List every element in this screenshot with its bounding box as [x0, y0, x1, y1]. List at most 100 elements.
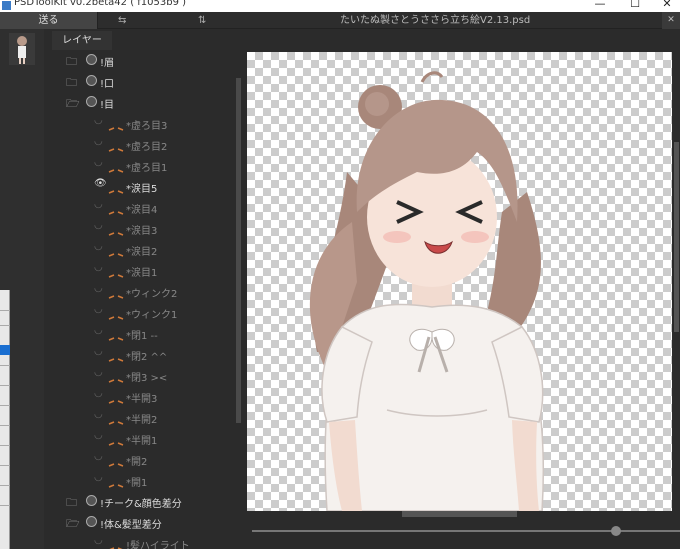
- canvas-vertical-scrollbar[interactable]: [673, 52, 680, 511]
- layer-label: *半開3: [126, 394, 158, 405]
- layer-thumbnail-icon: [108, 350, 124, 362]
- folder-open-icon[interactable]: 🗁: [66, 515, 80, 534]
- layer-label: *ウィンク2: [126, 289, 178, 300]
- eye-icon[interactable]: ◡: [94, 304, 103, 315]
- visibility-toggle-icon[interactable]: [86, 495, 97, 506]
- layer-thumbnail-icon: [108, 266, 124, 278]
- folder-icon[interactable]: 🗀: [66, 494, 77, 513]
- eye-icon[interactable]: ◡: [94, 451, 103, 462]
- layer-thumbnail-icon: [108, 245, 124, 257]
- layer-row[interactable]: ◡ *半開3: [44, 386, 234, 407]
- close-window-button[interactable]: ✕: [652, 0, 680, 10]
- eye-icon[interactable]: ◡: [94, 409, 103, 420]
- layer-row[interactable]: ◡ *ウィンク1: [44, 302, 234, 323]
- eye-icon[interactable]: ◡: [94, 325, 103, 336]
- eye-icon[interactable]: ◡: [94, 472, 103, 483]
- layer-thumbnail-icon: [108, 371, 124, 383]
- canvas-horizontal-scrollbar[interactable]: [247, 511, 672, 518]
- layer-list-scroll-thumb[interactable]: [236, 78, 241, 423]
- app-window: PSDToolKit v0.2beta42 ( f1053b9 ) — ☐ ✕ …: [0, 0, 680, 549]
- minimize-button[interactable]: —: [585, 0, 615, 10]
- eye-icon[interactable]: ◡: [94, 535, 103, 546]
- layer-label: !眉: [100, 58, 115, 69]
- layer-row[interactable]: ◡ *開2: [44, 449, 234, 470]
- document-thumbnail[interactable]: [9, 33, 35, 65]
- eye-icon[interactable]: ◡: [94, 262, 103, 273]
- close-document-button[interactable]: ✕: [662, 12, 680, 29]
- layer-row[interactable]: ◡ !髪ハイライト: [44, 533, 234, 549]
- eye-icon[interactable]: 👁: [94, 178, 107, 189]
- zoom-slider-knob[interactable]: [611, 526, 621, 536]
- layer-row[interactable]: 👁 *涙目5: [44, 176, 234, 197]
- layer-row[interactable]: ◡ *虚ろ目1: [44, 155, 234, 176]
- layer-thumbnail-icon: [108, 539, 124, 549]
- tab-layers[interactable]: レイヤー: [52, 31, 112, 50]
- layer-thumbnail-icon: [108, 434, 124, 446]
- visibility-toggle-icon[interactable]: [86, 516, 97, 527]
- layer-row[interactable]: ◡ *閉2 ^^: [44, 344, 234, 365]
- eye-icon[interactable]: ◡: [94, 199, 103, 210]
- layer-group-row[interactable]: 🗀 !口: [44, 71, 234, 92]
- layer-row[interactable]: ◡ *閉1 --: [44, 323, 234, 344]
- zoom-slider[interactable]: [252, 524, 680, 538]
- layer-label: !髪ハイライト: [126, 541, 190, 549]
- layer-thumbnail-icon: [108, 140, 124, 152]
- layer-row[interactable]: ◡ *虚ろ目3: [44, 113, 234, 134]
- layer-label: *涙目3: [126, 226, 158, 237]
- layer-group-row[interactable]: 🗁 !体&髪型差分: [44, 512, 234, 533]
- layer-list-scrollbar[interactable]: [235, 50, 242, 530]
- visibility-toggle-icon[interactable]: [86, 54, 97, 65]
- layer-row[interactable]: ◡ *涙目4: [44, 197, 234, 218]
- eye-icon[interactable]: ◡: [94, 157, 103, 168]
- layer-thumbnail-icon: [108, 287, 124, 299]
- eye-icon[interactable]: ◡: [94, 136, 103, 147]
- eye-icon[interactable]: ◡: [94, 388, 103, 399]
- layer-thumbnail-icon: [108, 161, 124, 173]
- layer-group-row[interactable]: 🗁 !目: [44, 92, 234, 113]
- send-button[interactable]: 送る: [0, 12, 98, 29]
- swap-vertical-icon[interactable]: ⇅: [198, 12, 206, 29]
- canvas-vertical-scroll-thumb[interactable]: [674, 142, 679, 332]
- eye-icon[interactable]: ◡: [94, 367, 103, 378]
- layer-row[interactable]: ◡ *半開1: [44, 428, 234, 449]
- layer-row[interactable]: ◡ *ウィンク2: [44, 281, 234, 302]
- folder-icon[interactable]: 🗀: [66, 53, 77, 72]
- app-icon: [2, 1, 11, 10]
- layer-row[interactable]: ◡ *涙目1: [44, 260, 234, 281]
- layer-row[interactable]: ◡ *半開2: [44, 407, 234, 428]
- layer-row[interactable]: ◡ *涙目2: [44, 239, 234, 260]
- maximize-button[interactable]: ☐: [620, 0, 650, 10]
- eye-icon[interactable]: ◡: [94, 346, 103, 357]
- layer-label: *ウィンク1: [126, 310, 178, 321]
- layer-label: *涙目1: [126, 268, 158, 279]
- title-bar: PSDToolKit v0.2beta42 ( f1053b9 ) — ☐ ✕: [0, 0, 680, 12]
- visibility-toggle-icon[interactable]: [86, 96, 97, 107]
- layer-thumbnail-icon: [108, 203, 124, 215]
- eye-icon[interactable]: ◡: [94, 283, 103, 294]
- layer-label: !口: [100, 79, 115, 90]
- layer-row[interactable]: ◡ *開1: [44, 470, 234, 491]
- folder-icon[interactable]: 🗀: [66, 74, 77, 93]
- eye-icon[interactable]: ◡: [94, 430, 103, 441]
- layer-row[interactable]: ◡ *閉3 ><: [44, 365, 234, 386]
- visibility-toggle-icon[interactable]: [86, 75, 97, 86]
- layer-label: *虚ろ目2: [126, 142, 168, 153]
- folder-open-icon[interactable]: 🗁: [66, 95, 80, 114]
- eye-icon[interactable]: ◡: [94, 241, 103, 252]
- canvas-horizontal-scroll-thumb[interactable]: [402, 511, 517, 517]
- layer-row[interactable]: ◡ *虚ろ目2: [44, 134, 234, 155]
- layer-label: *閉1 --: [126, 331, 158, 342]
- layer-thumbnail-icon: [108, 455, 124, 467]
- preview-canvas[interactable]: [247, 52, 672, 511]
- eye-icon[interactable]: ◡: [94, 115, 103, 126]
- layer-label: *涙目2: [126, 247, 158, 258]
- layer-group-row[interactable]: 🗀 !チーク&顔色差分: [44, 491, 234, 512]
- layer-thumbnail-icon: [108, 413, 124, 425]
- layer-group-row[interactable]: 🗀 !眉: [44, 50, 234, 71]
- layer-label: !体&髪型差分: [100, 520, 162, 531]
- eye-icon[interactable]: ◡: [94, 220, 103, 231]
- swap-horizontal-icon[interactable]: ⇆: [118, 12, 126, 29]
- layer-row[interactable]: ◡ *涙目3: [44, 218, 234, 239]
- layer-thumbnail-icon: [108, 308, 124, 320]
- layer-label: *虚ろ目3: [126, 121, 168, 132]
